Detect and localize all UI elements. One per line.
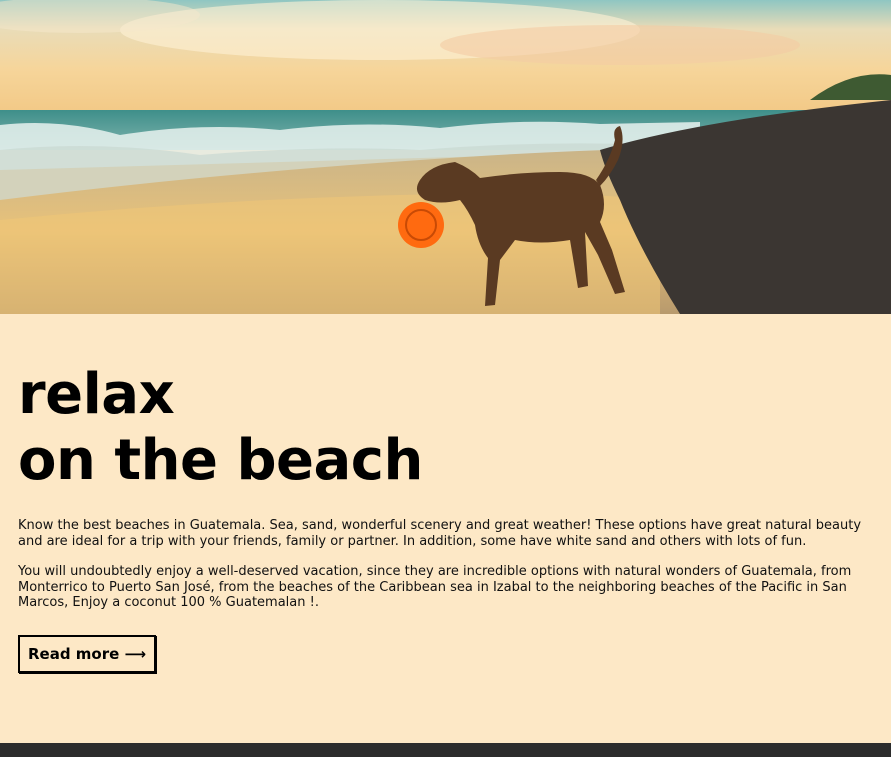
- page-title: relax on the beach: [18, 314, 884, 494]
- intro-paragraph: Know the best beaches in Guatemala. Sea,…: [18, 518, 862, 549]
- main-content: relax on the beach Know the best beaches…: [18, 314, 884, 673]
- footer-bar: [0, 743, 891, 757]
- read-more-button[interactable]: Read more ⟶: [18, 634, 157, 673]
- title-line-2: on the beach: [18, 428, 423, 493]
- title-line-1: relax: [18, 362, 175, 427]
- vacation-paragraph: You will undoubtedly enjoy a well-deserv…: [18, 564, 852, 611]
- hero-image: [0, 0, 891, 314]
